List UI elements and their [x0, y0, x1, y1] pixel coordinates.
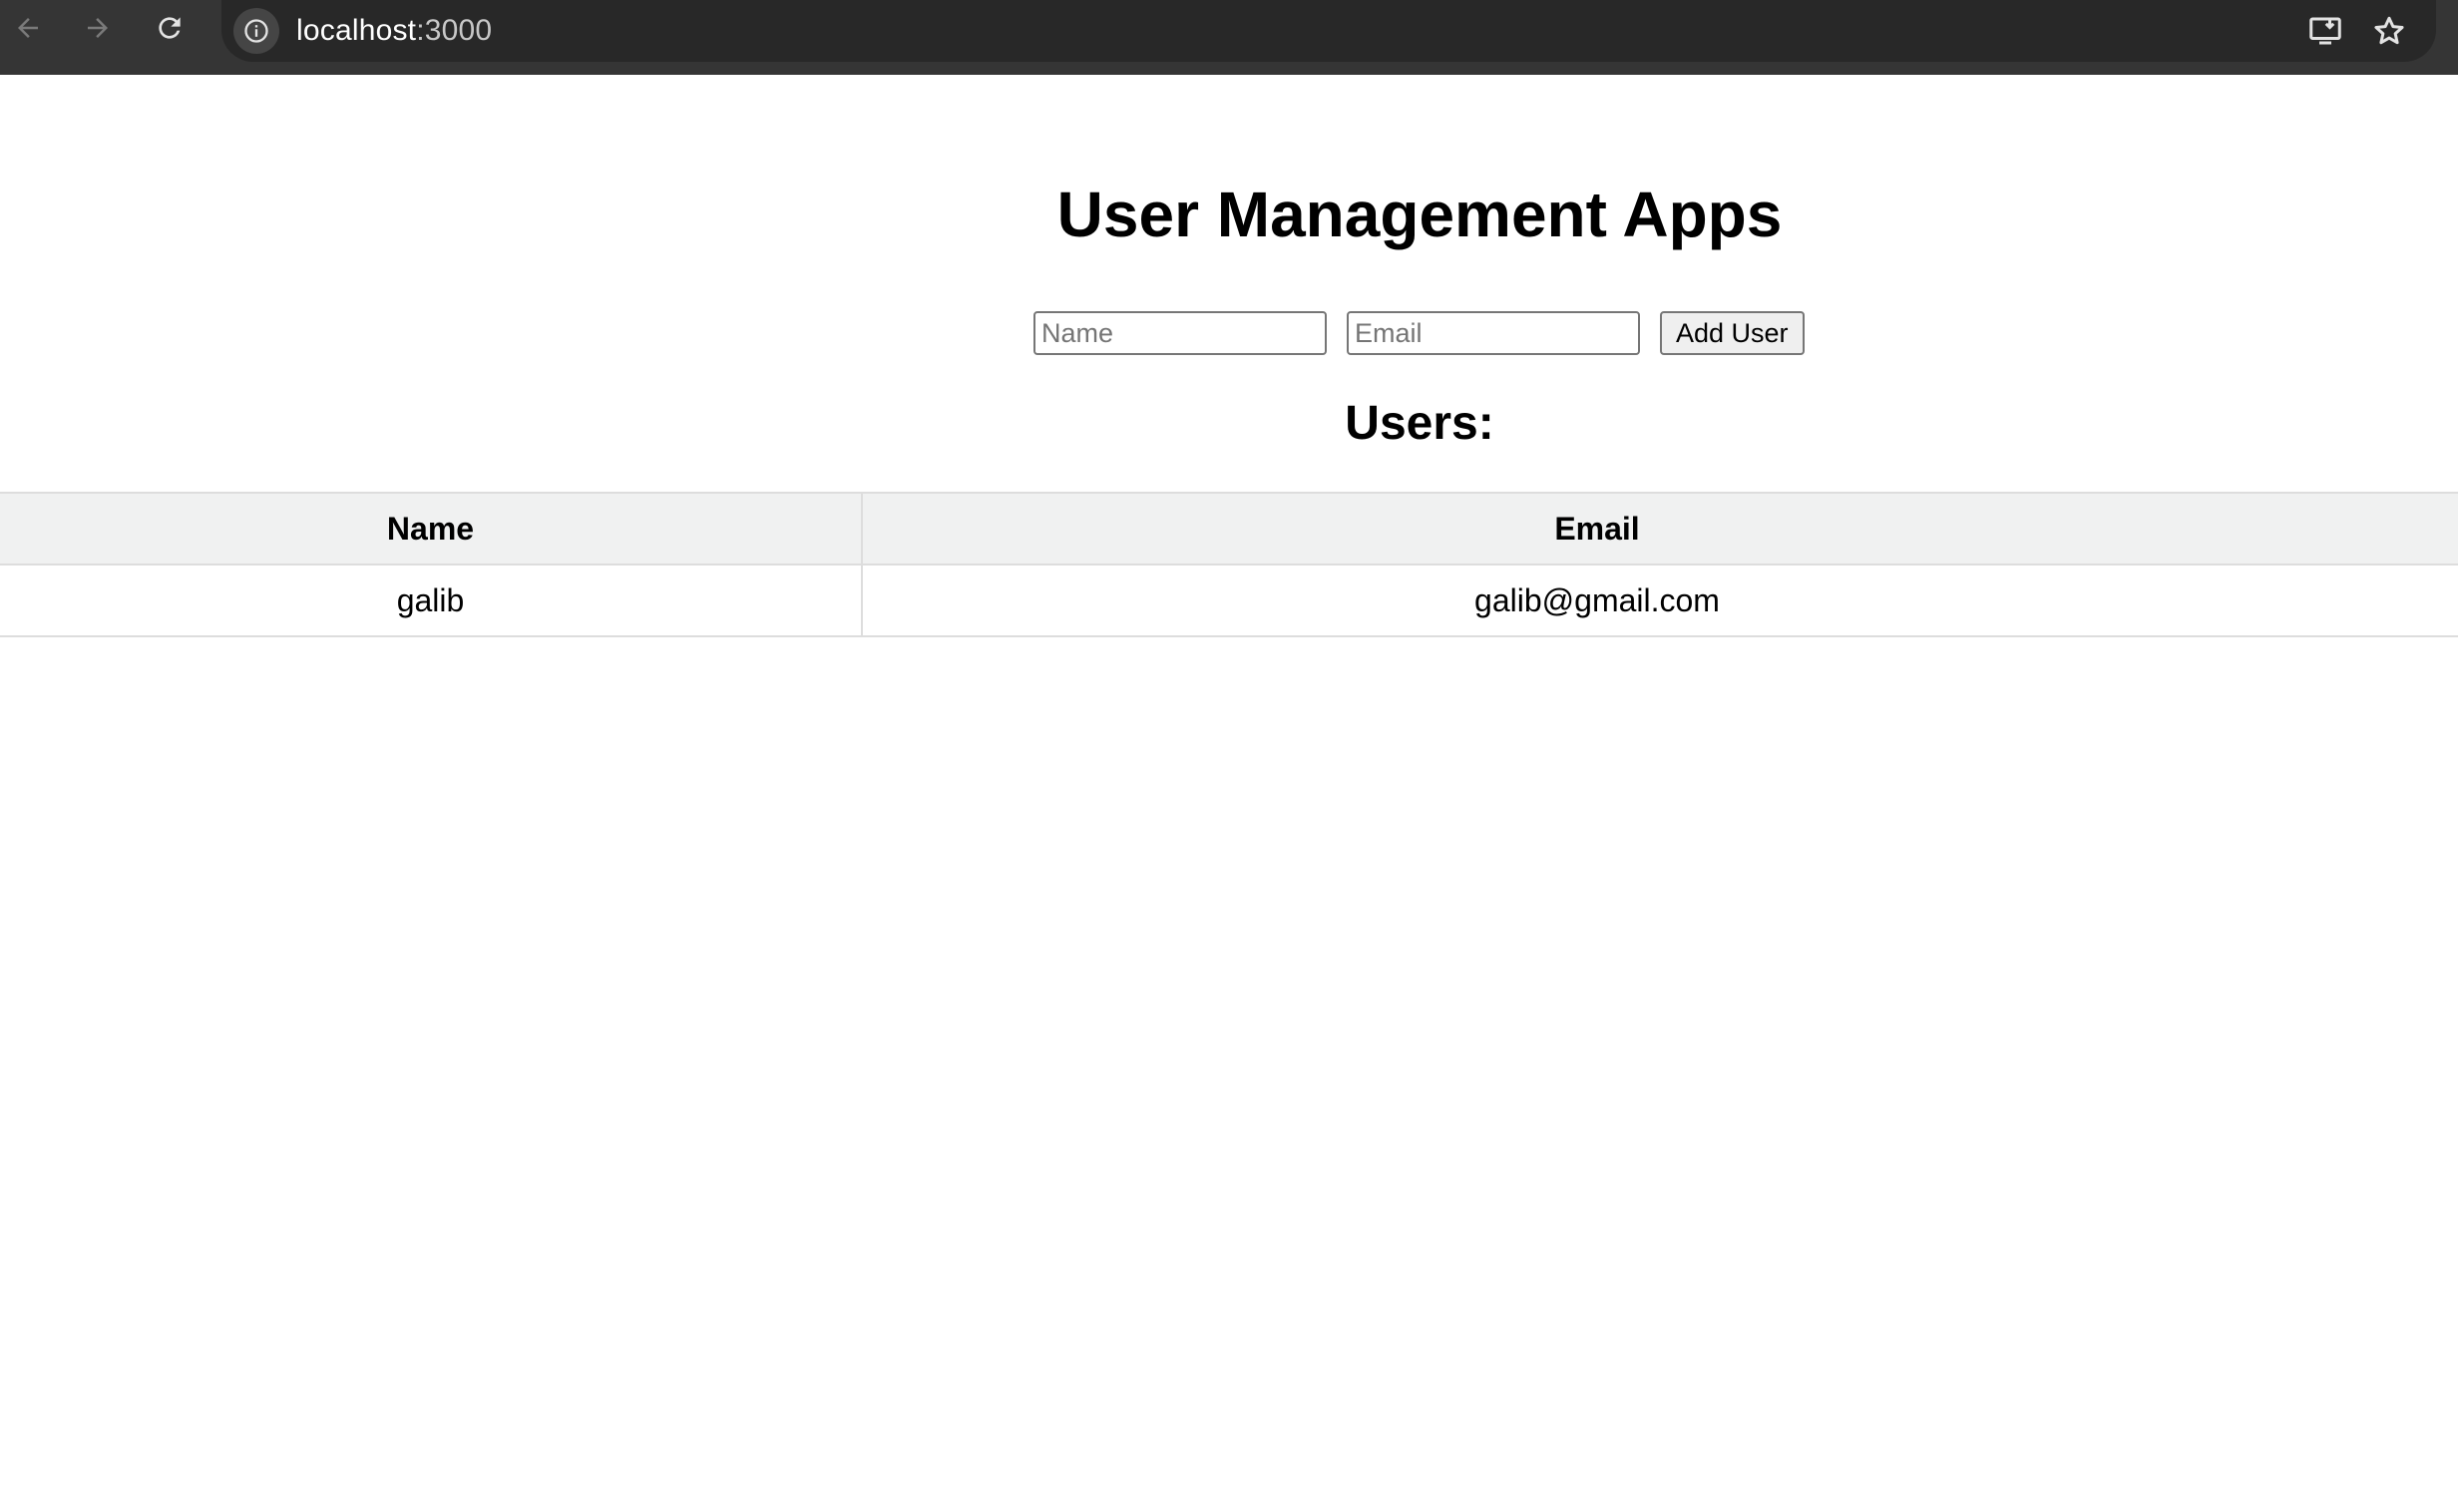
app-container: User Management Apps Add User Users: Nam… — [0, 75, 2458, 1512]
url-text[interactable]: localhost:3000 — [296, 11, 492, 51]
back-button[interactable] — [6, 6, 50, 50]
install-app-button[interactable] — [2300, 6, 2350, 56]
reload-button[interactable] — [148, 6, 192, 50]
add-user-button[interactable]: Add User — [1660, 311, 1805, 355]
site-info-button[interactable] — [233, 8, 279, 54]
page-content: User Management Apps Add User Users: Nam… — [0, 75, 2458, 1512]
url-host: localhost — [296, 14, 417, 47]
column-header-name: Name — [0, 492, 863, 566]
users-heading: Users: — [1345, 397, 1494, 450]
arrow-left-icon — [18, 18, 38, 38]
users-table: Name Email galib galib@gmail.com — [0, 492, 2458, 637]
page-title: User Management Apps — [1056, 179, 1783, 250]
reload-icon — [159, 17, 181, 39]
forward-button[interactable] — [76, 6, 120, 50]
arrow-right-icon — [88, 18, 108, 38]
star-icon — [2374, 16, 2404, 45]
email-input[interactable] — [1347, 311, 1640, 355]
browser-toolbar: localhost:3000 — [0, 0, 2458, 75]
info-icon — [244, 19, 268, 43]
add-user-form: Add User — [1033, 311, 1805, 355]
bookmark-button[interactable] — [2364, 6, 2414, 56]
name-input[interactable] — [1033, 311, 1327, 355]
column-header-email: Email — [862, 492, 2458, 566]
address-bar[interactable]: localhost:3000 — [221, 0, 2436, 62]
install-app-icon — [2309, 17, 2341, 45]
user-email-cell: galib@gmail.com — [862, 564, 2458, 637]
table-row: galib galib@gmail.com — [0, 564, 2458, 637]
url-port: :3000 — [416, 14, 493, 47]
table-header-row: Name Email — [0, 492, 2458, 566]
user-email-label: galib@gmail.com — [1474, 581, 1720, 618]
user-name-cell: galib — [0, 564, 863, 637]
column-header-email-label: Email — [1554, 510, 1640, 547]
